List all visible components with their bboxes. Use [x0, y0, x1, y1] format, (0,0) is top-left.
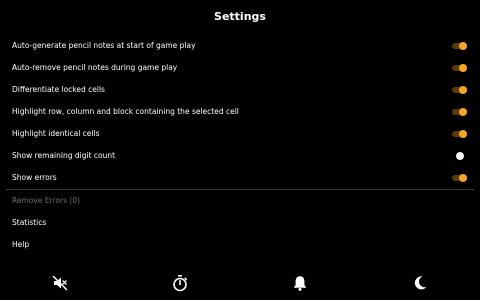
- setting-differentiate-locked-cells[interactable]: Differentiate locked cells: [0, 79, 480, 101]
- highlight-identical-cells-toggle[interactable]: [452, 130, 467, 138]
- setting-auto-generate-pencil-notes[interactable]: Auto-generate pencil notes at start of g…: [0, 35, 480, 57]
- highlight-row-column-block-toggle[interactable]: [452, 108, 467, 116]
- setting-label: Auto-remove pencil notes during game pla…: [12, 63, 178, 72]
- show-errors-toggle[interactable]: [452, 174, 467, 182]
- setting-highlight-row-column-block[interactable]: Highlight row, column and block containi…: [0, 101, 480, 123]
- setting-show-errors[interactable]: Show errors: [0, 167, 480, 189]
- setting-label: Highlight row, column and block containi…: [12, 107, 239, 116]
- timer-icon[interactable]: [171, 274, 189, 292]
- auto-generate-pencil-notes-toggle[interactable]: [452, 42, 467, 50]
- bell-icon[interactable]: [291, 274, 309, 292]
- sound-off-icon[interactable]: [51, 274, 69, 292]
- setting-label: Highlight identical cells: [12, 129, 100, 138]
- menu-list: Remove Errors (0) Statistics Help: [0, 190, 480, 256]
- settings-list: Auto-generate pencil notes at start of g…: [0, 35, 480, 189]
- setting-highlight-identical-cells[interactable]: Highlight identical cells: [0, 123, 480, 145]
- setting-label: Differentiate locked cells: [12, 85, 105, 94]
- setting-label: Show errors: [12, 173, 57, 182]
- moon-icon[interactable]: [411, 274, 429, 292]
- show-remaining-digit-count-toggle[interactable]: [452, 152, 467, 160]
- differentiate-locked-cells-toggle[interactable]: [452, 86, 467, 94]
- remove-errors-button[interactable]: Remove Errors (0): [0, 190, 480, 212]
- setting-label: Auto-generate pencil notes at start of g…: [12, 41, 196, 50]
- setting-show-remaining-digit-count[interactable]: Show remaining digit count: [0, 145, 480, 167]
- page-title: Settings: [214, 10, 266, 23]
- statistics-button[interactable]: Statistics: [0, 212, 480, 234]
- help-button[interactable]: Help: [0, 234, 480, 256]
- setting-auto-remove-pencil-notes[interactable]: Auto-remove pencil notes during game pla…: [0, 57, 480, 79]
- auto-remove-pencil-notes-toggle[interactable]: [452, 64, 467, 72]
- setting-label: Show remaining digit count: [12, 151, 116, 160]
- bottom-toolbar: [0, 270, 480, 296]
